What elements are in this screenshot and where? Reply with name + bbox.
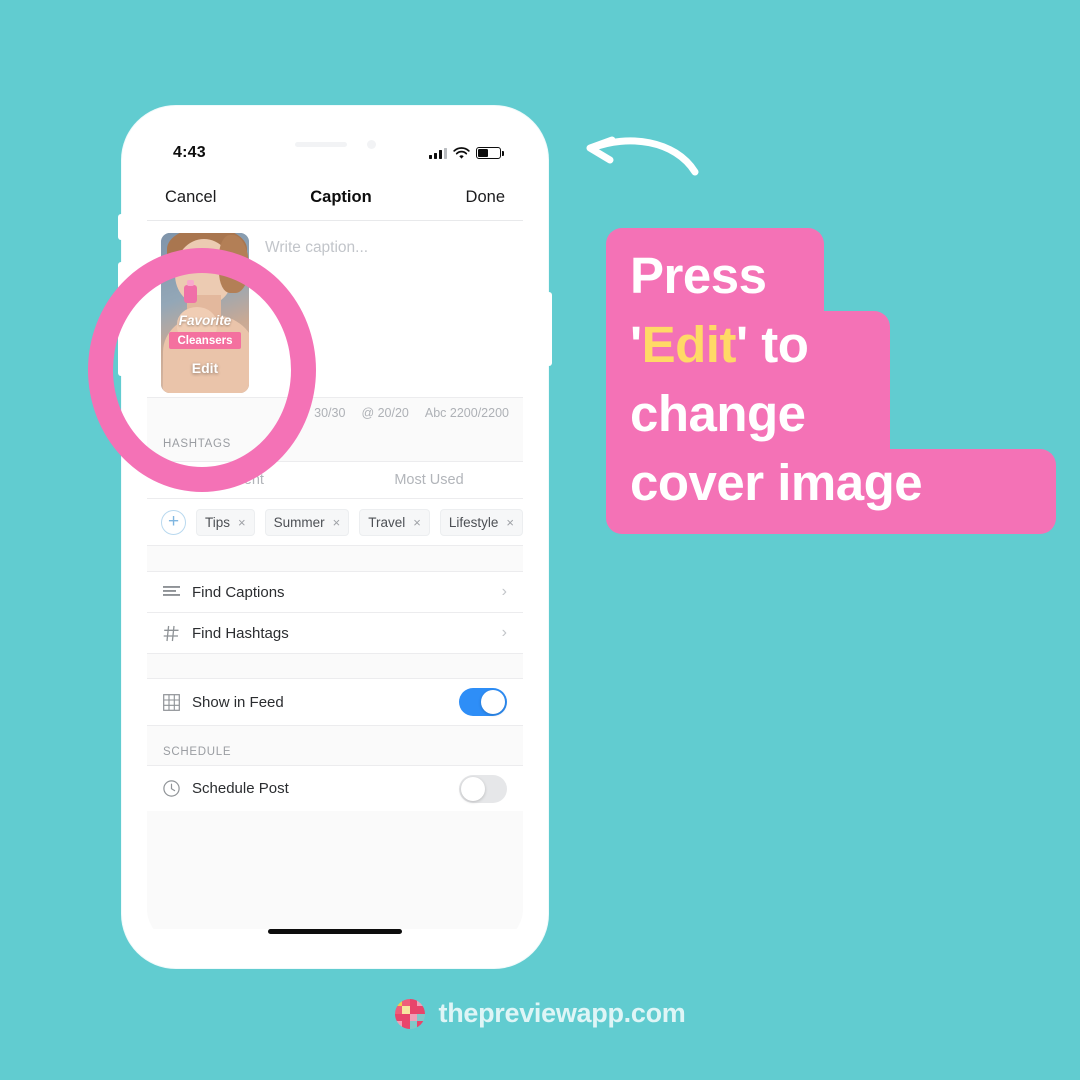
close-icon[interactable]: × bbox=[238, 515, 246, 530]
hashtag-chip[interactable]: Tips × bbox=[196, 508, 255, 536]
phone-power-button[interactable] bbox=[546, 292, 552, 366]
counter-hashtags: 30/30 bbox=[314, 405, 346, 420]
phone-notch bbox=[241, 131, 429, 157]
callout-line: Press bbox=[606, 228, 824, 311]
callout-text-post: ' to bbox=[735, 316, 809, 373]
footer-url: thepreviewapp.com bbox=[438, 998, 686, 1028]
menu-label: Find Captions bbox=[192, 583, 285, 601]
status-icons bbox=[429, 146, 504, 160]
callout-text: Press bbox=[630, 247, 767, 304]
menu-label: Schedule Post bbox=[192, 780, 289, 797]
menu-row-find-hashtags[interactable]: Find Hashtags › bbox=[147, 612, 523, 653]
hashtag-chip[interactable]: Summer × bbox=[264, 508, 350, 536]
callout-text: change bbox=[630, 385, 806, 442]
tab-most-used[interactable]: Most Used bbox=[335, 472, 523, 488]
callout-bubble: Press ' Edit ' to change cover image bbox=[606, 228, 1056, 534]
section-divider bbox=[147, 653, 523, 679]
hash-icon bbox=[163, 625, 189, 642]
highlight-ring bbox=[88, 248, 316, 492]
phone-silent-switch[interactable] bbox=[118, 214, 124, 240]
preview-app-logo-icon bbox=[394, 998, 425, 1029]
lines-icon bbox=[163, 585, 189, 599]
hashtag-chips-row: + Tips × Summer × Travel × Lifestyle × bbox=[147, 499, 523, 545]
chip-label: Tips bbox=[205, 514, 231, 530]
callout-line: cover image bbox=[606, 449, 1056, 534]
close-icon[interactable]: × bbox=[506, 515, 514, 530]
menu-row-find-captions[interactable]: Find Captions › bbox=[147, 571, 523, 612]
speaker-icon bbox=[294, 141, 347, 147]
menu-label: Show in Feed bbox=[192, 693, 284, 711]
add-hashtag-button[interactable]: + bbox=[161, 509, 186, 535]
menu-row-schedule-post[interactable]: Schedule Post bbox=[147, 765, 523, 811]
home-indicator[interactable] bbox=[268, 929, 402, 934]
curved-arrow-left-icon bbox=[586, 136, 699, 176]
empty-area bbox=[147, 811, 523, 929]
chip-label: Lifestyle bbox=[448, 514, 499, 530]
chip-label: Summer bbox=[273, 514, 325, 530]
cellular-bars-icon bbox=[429, 147, 447, 159]
hashtag-chip[interactable]: Lifestyle × bbox=[439, 508, 523, 536]
nav-bar: Cancel Caption Done bbox=[147, 175, 523, 221]
schedule-section-label: SCHEDULE bbox=[147, 725, 523, 765]
cancel-button[interactable]: Cancel bbox=[165, 188, 216, 207]
phone-mockup: 4:43 Cancel Caption Done Favorite Cleans… bbox=[118, 106, 552, 968]
chevron-right-icon: › bbox=[501, 583, 507, 600]
chip-label: Travel bbox=[368, 514, 406, 530]
menu-label: Find Hashtags bbox=[192, 624, 289, 642]
callout-highlight-edit: Edit bbox=[641, 316, 737, 373]
hashtag-chip[interactable]: Travel × bbox=[359, 508, 430, 536]
clock-icon bbox=[163, 780, 189, 797]
counter-characters: Abc 2200/2200 bbox=[424, 405, 509, 420]
wifi-icon bbox=[453, 146, 470, 159]
close-icon[interactable]: × bbox=[333, 515, 341, 530]
page-title: Caption bbox=[310, 188, 372, 206]
menu-row-show-in-feed[interactable]: Show in Feed bbox=[147, 679, 523, 725]
grid-icon bbox=[163, 693, 189, 711]
callout-line: change bbox=[606, 380, 890, 449]
battery-icon bbox=[476, 147, 504, 159]
close-icon[interactable]: × bbox=[413, 515, 421, 530]
status-time: 4:43 bbox=[173, 144, 206, 161]
footer-branding: thepreviewapp.com bbox=[0, 998, 1080, 1029]
show-in-feed-toggle[interactable] bbox=[459, 688, 507, 716]
schedule-post-toggle[interactable] bbox=[459, 774, 507, 803]
section-divider bbox=[147, 545, 523, 571]
callout-text-pre: ' bbox=[630, 316, 642, 373]
callout-line: ' Edit ' to bbox=[606, 311, 890, 380]
counter-mentions: @ 20/20 bbox=[361, 405, 409, 420]
callout-text: cover image bbox=[630, 454, 923, 511]
done-button[interactable]: Done bbox=[466, 188, 505, 207]
chevron-right-icon: › bbox=[501, 624, 507, 641]
camera-icon bbox=[366, 139, 376, 149]
